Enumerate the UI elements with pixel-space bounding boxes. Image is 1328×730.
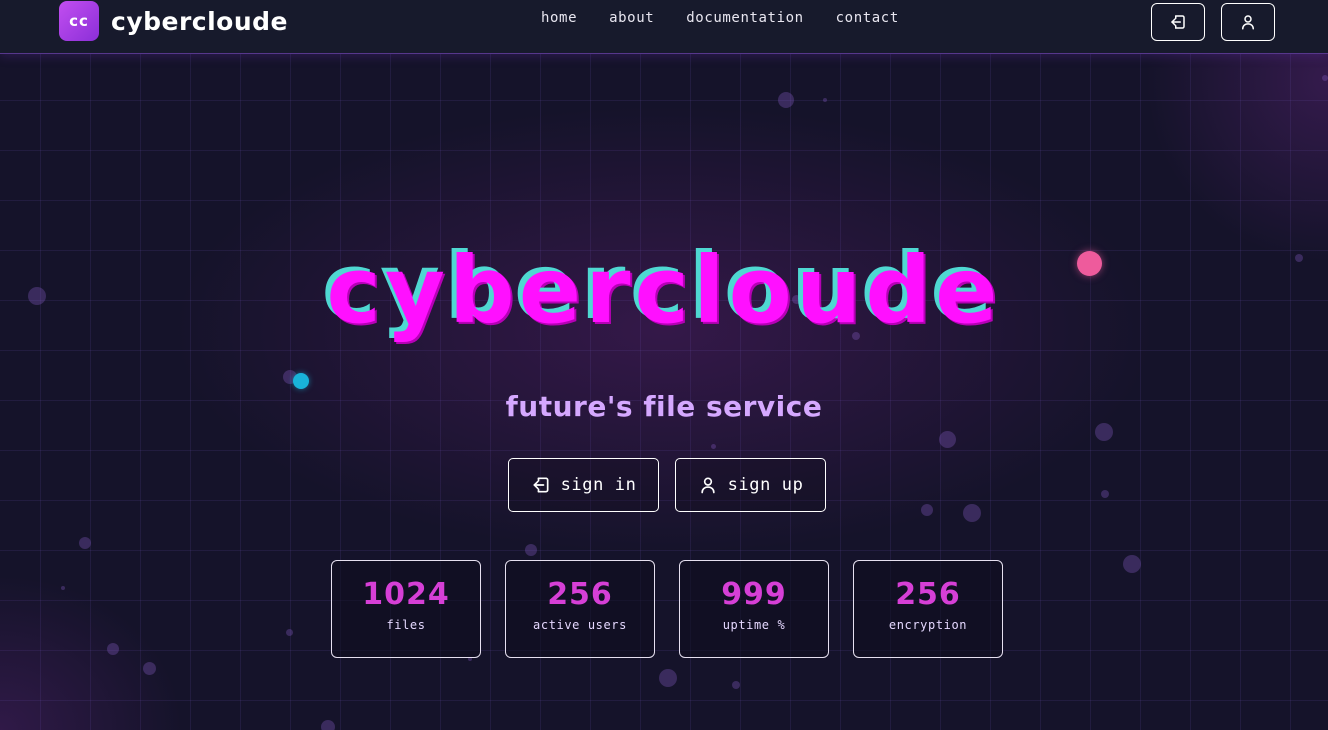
stat-card-uptime: 999 uptime % bbox=[679, 560, 829, 658]
main-nav: home about documentation contact bbox=[541, 10, 899, 26]
landing-page: cc cybercloude home about documentation … bbox=[0, 0, 1328, 730]
particle bbox=[823, 98, 827, 102]
stat-value: 256 bbox=[895, 577, 961, 612]
particle bbox=[1123, 555, 1141, 573]
stat-label: encryption bbox=[888, 618, 968, 632]
particle bbox=[525, 544, 537, 556]
stat-value: 256 bbox=[547, 577, 613, 612]
particle bbox=[939, 431, 956, 448]
particle bbox=[79, 537, 91, 549]
particle bbox=[659, 669, 677, 687]
particle bbox=[143, 662, 156, 675]
stat-card-files: 1024 files bbox=[331, 560, 481, 658]
particle bbox=[286, 629, 293, 636]
stat-value: 1024 bbox=[362, 577, 450, 612]
stat-label: uptime % bbox=[722, 618, 786, 632]
particle bbox=[61, 586, 65, 590]
particle bbox=[1101, 490, 1109, 498]
particle bbox=[921, 504, 933, 516]
login-icon bbox=[533, 477, 549, 493]
user-icon bbox=[1242, 15, 1254, 30]
stat-card-active-users: 256 active users bbox=[505, 560, 655, 658]
sign-up-button[interactable]: sign up bbox=[675, 458, 826, 512]
nav-documentation[interactable]: documentation bbox=[686, 10, 803, 26]
particle bbox=[711, 444, 716, 449]
header-user-button[interactable] bbox=[1221, 3, 1275, 41]
user-icon bbox=[700, 477, 715, 494]
login-icon bbox=[1171, 15, 1185, 29]
top-navbar: cc cybercloude home about documentation … bbox=[0, 0, 1328, 54]
particle bbox=[1322, 75, 1328, 81]
particle bbox=[321, 720, 335, 730]
sign-in-label: sign in bbox=[560, 475, 637, 495]
header-login-button[interactable] bbox=[1151, 3, 1205, 41]
stat-value: 999 bbox=[721, 577, 787, 612]
hero-title: cybercloude bbox=[326, 237, 1002, 344]
nav-contact[interactable]: contact bbox=[836, 10, 899, 26]
sign-in-button[interactable]: sign in bbox=[508, 458, 659, 512]
particle bbox=[963, 504, 981, 522]
stat-label: files bbox=[386, 618, 426, 632]
hero-subtitle: future's file service bbox=[505, 390, 823, 423]
particle bbox=[778, 92, 794, 108]
stat-card-encryption: 256 encryption bbox=[853, 560, 1003, 658]
particle bbox=[1095, 423, 1113, 441]
particle bbox=[107, 643, 119, 655]
logo-badge[interactable]: cc bbox=[59, 1, 99, 41]
orb-cyan bbox=[293, 373, 309, 389]
particle bbox=[732, 681, 740, 689]
sign-up-label: sign up bbox=[727, 475, 804, 495]
orb-pink bbox=[1077, 251, 1102, 276]
brand-name[interactable]: cybercloude bbox=[111, 4, 288, 38]
nav-home[interactable]: home bbox=[541, 10, 577, 26]
stat-label: active users bbox=[533, 618, 627, 632]
nav-about[interactable]: about bbox=[609, 10, 654, 26]
